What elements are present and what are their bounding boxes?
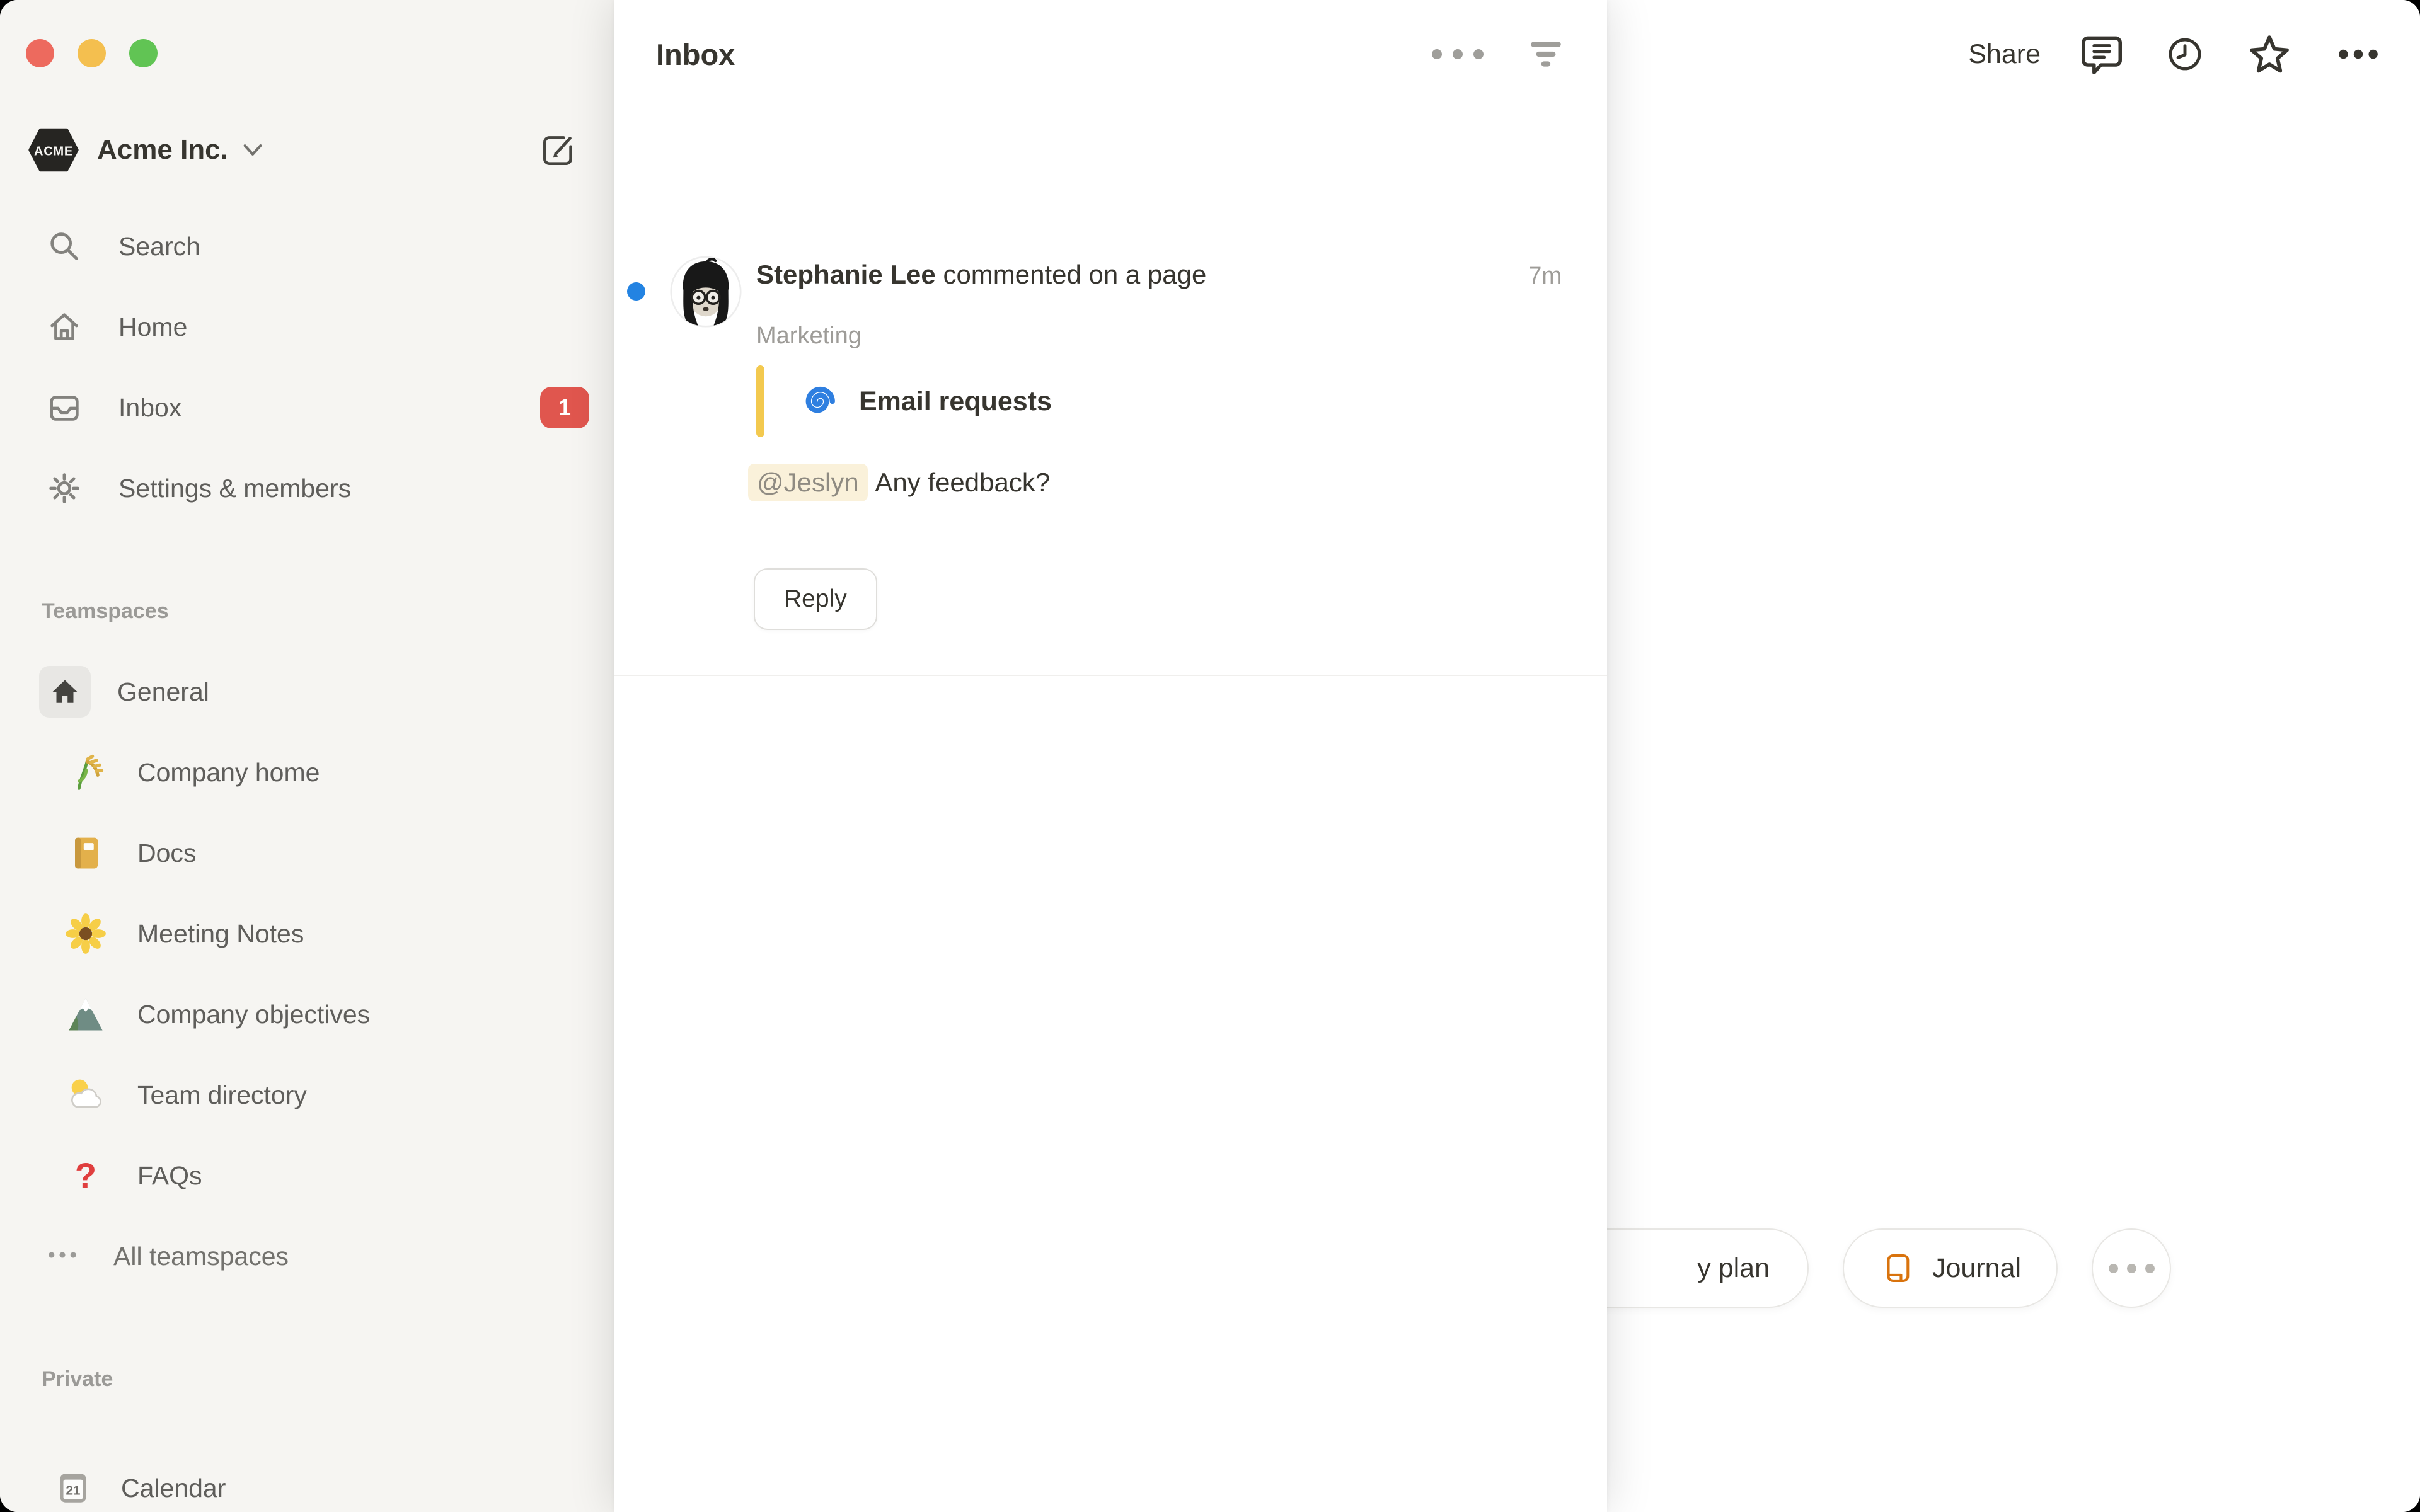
cyclone-icon — [793, 377, 841, 425]
comment-text: @Jeslyn Any feedback? — [748, 464, 1050, 501]
private-section-header: Private — [0, 1339, 614, 1419]
inbox-panel-title: Inbox — [656, 37, 735, 72]
sidebar-item-calendar[interactable]: 21 Calendar — [0, 1448, 614, 1512]
sidebar-item-general[interactable]: General — [0, 651, 614, 732]
sidebar-item-label: General — [117, 677, 209, 707]
chevron-down-icon — [242, 143, 263, 157]
teamspaces-section-header: Teamspaces — [0, 571, 614, 651]
sidebar: ACME Acme Inc. Searc — [0, 0, 614, 1512]
reply-button[interactable]: Reply — [754, 568, 877, 630]
sidebar-item-inbox[interactable]: Inbox 1 — [0, 367, 614, 448]
notification-action: commented on a page — [936, 260, 1207, 290]
journal-chip-label: Journal — [1932, 1253, 2021, 1284]
sidebar-item-label: Company objectives — [137, 1000, 370, 1029]
sidebar-item-label: Home — [118, 312, 187, 342]
share-button[interactable]: Share — [1968, 39, 2041, 70]
sidebar-item-faqs[interactable]: ? FAQs — [0, 1135, 614, 1216]
notification-workspace: Marketing — [756, 323, 861, 350]
sunflower-icon — [63, 911, 108, 956]
favorite-star-icon[interactable] — [2244, 28, 2295, 80]
inbox-unread-badge: 1 — [540, 387, 589, 428]
notification-timestamp: 7m — [1528, 263, 1562, 290]
sidebar-item-label: Team directory — [137, 1080, 307, 1110]
notification-title-row: Stephanie Lee commented on a page 7m — [756, 260, 1562, 290]
ellipsis-icon — [44, 1237, 81, 1276]
inbox-panel-header: Inbox — [656, 25, 1567, 83]
sidebar-item-meeting-notes[interactable]: Meeting Notes — [0, 893, 614, 974]
inbox-panel: Inbox — [614, 0, 1607, 1512]
sidebar-item-label: Settings & members — [118, 474, 351, 503]
gear-icon — [44, 469, 84, 508]
journal-chip[interactable]: Journal — [1843, 1228, 2058, 1308]
referenced-page-title: Email requests — [859, 386, 1052, 417]
sidebar-item-all-teamspaces[interactable]: All teamspaces — [0, 1216, 614, 1297]
topbar: Share — [1968, 24, 2385, 84]
inbox-filter-icon[interactable] — [1525, 33, 1567, 75]
sidebar-item-home[interactable]: Home — [0, 287, 614, 367]
avatar — [670, 256, 742, 328]
sidebar-item-label: Company home — [137, 758, 320, 788]
sidebar-item-docs[interactable]: Docs — [0, 813, 614, 893]
sidebar-item-company-objectives[interactable]: Company objectives — [0, 974, 614, 1055]
mention-chip[interactable]: @Jeslyn — [748, 464, 868, 501]
plan-chip-label: y plan — [1697, 1253, 1770, 1284]
notification-item[interactable]: Stephanie Lee commented on a page 7m Mar… — [614, 113, 1607, 562]
mountain-icon — [63, 992, 108, 1037]
close-window-button[interactable] — [26, 39, 54, 67]
inbox-more-options-icon[interactable] — [1432, 49, 1484, 59]
sidebar-item-search[interactable]: Search — [0, 206, 614, 287]
unread-indicator-dot — [627, 282, 645, 301]
workspace-switcher[interactable]: ACME Acme Inc. — [26, 115, 579, 185]
sidebar-item-label: FAQs — [137, 1161, 202, 1191]
acme-logo: ACME — [26, 123, 81, 177]
minimize-window-button[interactable] — [78, 39, 106, 67]
workspace-name: Acme Inc. — [97, 134, 228, 166]
history-clock-icon[interactable] — [2163, 32, 2207, 76]
new-page-compose-icon[interactable] — [538, 129, 579, 171]
sidebar-item-company-home[interactable]: Company home — [0, 732, 614, 813]
search-icon — [44, 227, 84, 266]
dot — [2145, 1264, 2155, 1273]
more-options-icon[interactable] — [2332, 28, 2385, 81]
sidebar-item-label: All teamspaces — [113, 1242, 289, 1271]
dot — [2127, 1264, 2136, 1273]
svg-text:ACME: ACME — [34, 145, 73, 159]
house-icon — [39, 666, 91, 718]
actor-name: Stephanie Lee — [756, 260, 936, 290]
zoom-window-button[interactable] — [129, 39, 158, 67]
sidebar-item-label: Docs — [137, 839, 196, 868]
ledger-icon — [63, 830, 108, 876]
more-templates-button[interactable] — [2092, 1228, 2171, 1308]
sidebar-item-team-directory[interactable]: Team directory — [0, 1055, 614, 1135]
notification-divider — [614, 675, 1607, 676]
dot — [2109, 1264, 2118, 1273]
traffic-lights — [26, 39, 158, 67]
sidebar-nav: Search Home Inbox 1 — [0, 206, 614, 1512]
template-chips: y plan Journal — [1543, 1228, 2171, 1308]
app-window: Share — [0, 0, 2420, 1512]
home-icon — [44, 307, 84, 346]
svg-text:21: 21 — [66, 1483, 81, 1498]
question-icon: ? — [63, 1153, 108, 1198]
inbox-icon — [44, 388, 84, 427]
sidebar-item-label: Calendar — [121, 1474, 226, 1503]
rice-plant-icon — [63, 750, 108, 795]
comment-body: Any feedback? — [868, 467, 1051, 498]
quote-bar — [756, 365, 764, 437]
sun-cloud-icon — [63, 1072, 108, 1118]
sidebar-item-settings[interactable]: Settings & members — [0, 448, 614, 529]
sidebar-item-label: Search — [118, 232, 200, 261]
journal-book-icon — [1879, 1250, 1916, 1286]
calendar-icon: 21 — [50, 1465, 96, 1511]
comments-icon[interactable] — [2077, 30, 2126, 79]
sidebar-item-label: Inbox — [118, 393, 182, 423]
sidebar-item-label: Meeting Notes — [137, 919, 304, 949]
referenced-page-block[interactable]: Email requests — [756, 365, 1052, 437]
